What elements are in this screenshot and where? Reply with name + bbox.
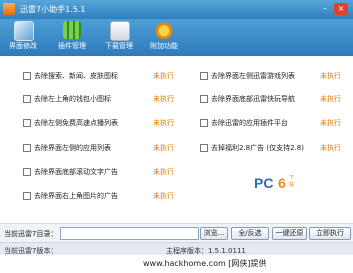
option-status: 未执行 xyxy=(153,95,174,103)
option-checkbox[interactable] xyxy=(23,72,31,80)
watermark-brand: PC xyxy=(254,175,274,191)
option-checkbox[interactable] xyxy=(200,72,208,80)
option-label: 去除搜索、新闻、皮肤图标 xyxy=(34,72,118,80)
option-checkbox[interactable] xyxy=(200,119,208,127)
option-remove-game-list[interactable]: 去除界面左侧迅雷游戏列表 未执行 xyxy=(200,72,350,81)
option-status: 未执行 xyxy=(153,144,174,152)
option-remove-wallet-icon[interactable]: 去除左上角的钱包小图标 未执行 xyxy=(23,95,174,104)
option-label: 去除界面底部迅雷快玩导航 xyxy=(211,95,295,103)
run-now-button[interactable]: 立即执行 xyxy=(309,227,351,240)
toolbar-label: 附加功能 xyxy=(150,42,178,50)
option-remove-image-ad[interactable]: 去除界面右上角图片的广告 未执行 xyxy=(23,192,174,201)
option-status: 未执行 xyxy=(153,119,174,127)
select-all-button[interactable]: 全/反选 xyxy=(231,227,269,240)
option-remove-vod-list[interactable]: 去除左侧免费高速点播列表 未执行 xyxy=(23,119,174,128)
minimize-button[interactable]: – xyxy=(318,3,332,15)
option-checkbox[interactable] xyxy=(200,144,208,152)
option-remove-kuaiwan-nav[interactable]: 去除界面底部迅雷快玩导航 未执行 xyxy=(200,95,350,104)
footer-band: www.hackhome.com [网侠]提供 xyxy=(0,255,353,273)
option-checkbox[interactable] xyxy=(23,95,31,103)
option-label: 去除界面左侧迅雷游戏列表 xyxy=(211,72,295,80)
option-label: 去除界面右上角图片的广告 xyxy=(34,192,118,200)
site-watermark: PC 6 下载 xyxy=(254,175,298,194)
option-status: 未执行 xyxy=(320,119,341,127)
toolbar-extra-features[interactable]: 附加功能 xyxy=(144,19,184,56)
option-remove-plugin-platform[interactable]: 去除迅雷的应用插件平台 未执行 xyxy=(200,119,350,128)
window-title: 迅雷7小助手1.5.1 xyxy=(20,5,86,14)
toolbar-label: 界面修改 xyxy=(9,42,37,50)
option-label: 去掉福利2.8广告 (仅支持2.8) xyxy=(211,144,304,152)
status-bar: 当前迅雷7版本： 主程序版本：1.5.1.0111 xyxy=(0,242,353,256)
option-label: 去除界面底部滚动文字广告 xyxy=(34,168,118,176)
option-status: 未执行 xyxy=(320,95,341,103)
watermark-small: 下载 xyxy=(289,175,295,188)
option-status: 未执行 xyxy=(153,192,174,200)
options-panel: 去除搜索、新闻、皮肤图标 未执行 去除左上角的钱包小图标 未执行 去除左侧免费高… xyxy=(0,56,353,223)
footer-credit: www.hackhome.com [网侠]提供 xyxy=(143,259,267,268)
restore-button[interactable]: 一键还原 xyxy=(272,227,307,240)
toolbar-label: 下载管理 xyxy=(105,42,133,50)
option-status: 未执行 xyxy=(320,144,341,152)
app-logo-icon xyxy=(3,3,15,15)
option-label: 去除界面左侧的应用列表 xyxy=(34,144,111,152)
option-remove-app-list[interactable]: 去除界面左侧的应用列表 未执行 xyxy=(23,144,174,153)
option-remove-search-icons[interactable]: 去除搜索、新闻、皮肤图标 未执行 xyxy=(23,72,174,81)
option-status: 未执行 xyxy=(153,168,174,176)
title-bar: 迅雷7小助手1.5.1 – × xyxy=(0,0,353,19)
toolbar-label: 插件管理 xyxy=(58,42,86,50)
directory-bar: 当前迅雷7目录： 浏览... 全/反选 一键还原 立即执行 xyxy=(0,223,353,242)
option-checkbox[interactable] xyxy=(23,192,31,200)
option-remove-scroll-ad[interactable]: 去除界面底部滚动文字广告 未执行 xyxy=(23,168,174,177)
window-icon xyxy=(14,21,34,41)
option-status: 未执行 xyxy=(320,72,341,80)
plugin-bars-icon xyxy=(63,21,81,39)
toolbar: 界面修改 插件管理 下载管理 附加功能 xyxy=(0,19,353,56)
close-button[interactable]: × xyxy=(334,3,348,15)
option-label: 去除迅雷的应用插件平台 xyxy=(211,119,288,127)
directory-label: 当前迅雷7目录： xyxy=(4,230,58,238)
toolbar-plugin-manage[interactable]: 插件管理 xyxy=(52,19,92,56)
extra-features-icon xyxy=(155,21,173,39)
directory-input[interactable] xyxy=(60,227,199,240)
toolbar-download-manage[interactable]: 下载管理 xyxy=(99,19,139,56)
option-remove-welfare-ad[interactable]: 去掉福利2.8广告 (仅支持2.8) 未执行 xyxy=(200,144,350,153)
option-checkbox[interactable] xyxy=(23,168,31,176)
option-checkbox[interactable] xyxy=(23,119,31,127)
option-label: 去除左上角的钱包小图标 xyxy=(34,95,111,103)
option-label: 去除左侧免费高速点播列表 xyxy=(34,119,118,127)
option-checkbox[interactable] xyxy=(23,144,31,152)
download-icon xyxy=(110,21,130,41)
option-status: 未执行 xyxy=(153,72,174,80)
option-checkbox[interactable] xyxy=(200,95,208,103)
toolbar-ui-modify[interactable]: 界面修改 xyxy=(3,19,43,56)
watermark-accent: 6 xyxy=(278,175,286,191)
browse-button[interactable]: 浏览... xyxy=(200,227,228,240)
